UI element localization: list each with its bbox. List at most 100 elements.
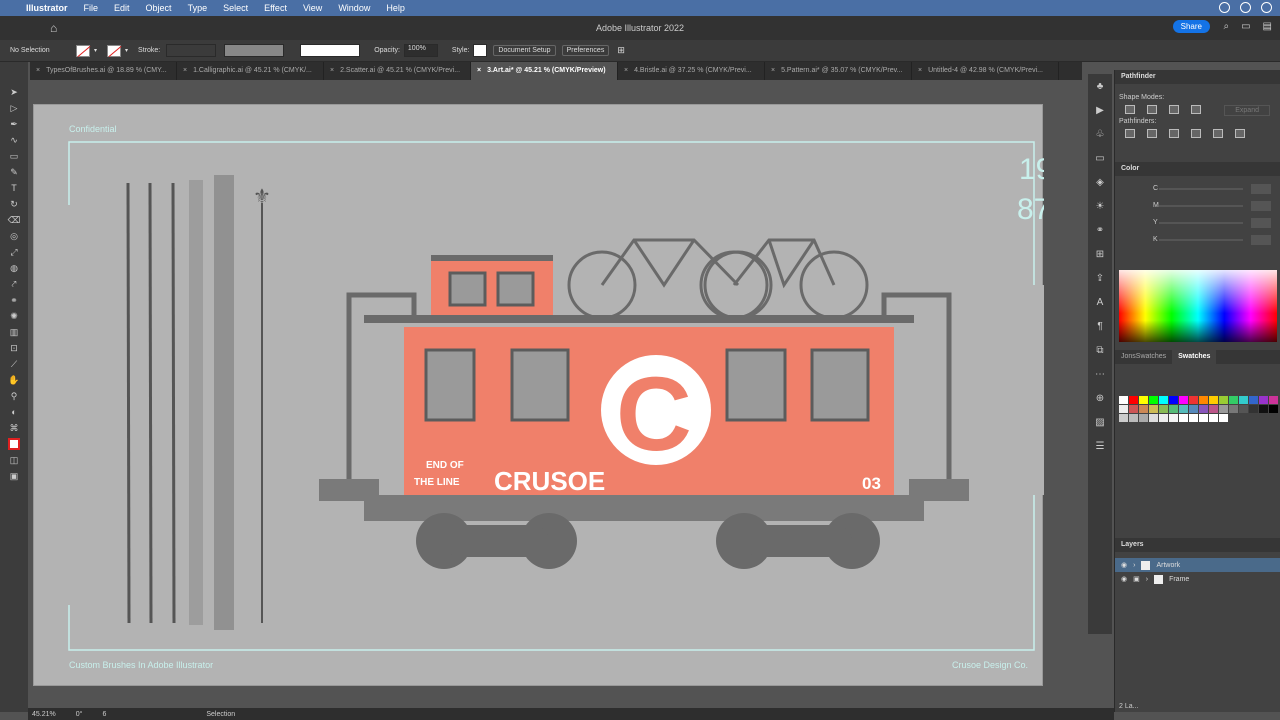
expand-button[interactable]: Expand xyxy=(1224,105,1270,116)
tab-typesofbrushes[interactable]: × TypesOfBrushes.ai @ 18.89 % (CMY... xyxy=(30,62,177,80)
menu-object[interactable]: Object xyxy=(146,3,172,13)
brush-definition-field[interactable] xyxy=(300,44,361,57)
image-icon[interactable]: ▨ xyxy=(1088,410,1112,434)
rotation-field[interactable]: 0° xyxy=(76,711,83,718)
preferences-button[interactable]: Preferences xyxy=(561,45,610,56)
sun-icon[interactable]: ☀ xyxy=(1088,194,1112,218)
selection-tool-icon[interactable]: ➤ xyxy=(0,84,28,100)
tray-icon[interactable] xyxy=(1219,2,1230,13)
close-icon[interactable]: × xyxy=(330,67,334,74)
cyan-field[interactable] xyxy=(1251,183,1271,194)
play-icon[interactable]: ▶ xyxy=(1088,98,1112,122)
magenta-slider[interactable] xyxy=(1159,204,1243,207)
pathfinder-panel-icon[interactable]: ♣ xyxy=(1088,74,1112,98)
zoom-field[interactable]: 45.21% xyxy=(32,711,56,718)
brush-stroke-calligraphic[interactable] xyxy=(171,182,176,624)
menu-type[interactable]: Type xyxy=(188,3,208,13)
tab-swatches[interactable]: Swatches xyxy=(1172,350,1217,364)
menu-app-name[interactable]: Illustrator xyxy=(26,3,68,13)
symbol-sprayer-tool-icon[interactable]: ✺ xyxy=(0,308,28,324)
close-icon[interactable]: × xyxy=(771,67,775,74)
artboards-icon[interactable]: ⧉ xyxy=(1088,338,1112,362)
tab-bristle[interactable]: × 4.Bristle.ai @ 37.25 % (CMYK/Previ... xyxy=(618,62,765,80)
layer-frame[interactable]: ◉ ▣ › Frame xyxy=(1115,572,1280,586)
color-spectrum[interactable] xyxy=(1119,270,1277,342)
style-swatch[interactable] xyxy=(473,44,488,57)
workspace-icon[interactable]: ▤ xyxy=(1263,21,1272,32)
chevron-down-icon[interactable]: ▾ xyxy=(94,47,97,54)
character-icon[interactable]: A xyxy=(1088,290,1112,314)
close-icon[interactable]: × xyxy=(183,67,187,74)
search-icon[interactable] xyxy=(1240,2,1251,13)
rectangle-tool-icon[interactable]: ▭ xyxy=(0,148,28,164)
screen-mode-icon[interactable]: ▣ xyxy=(0,468,28,484)
warp-tool-icon[interactable]: ◎ xyxy=(0,228,28,244)
brush-stroke-bristle[interactable] xyxy=(214,175,234,630)
menu-window[interactable]: Window xyxy=(338,3,370,13)
fill-stroke-swatch-icon[interactable] xyxy=(8,438,20,450)
chevron-right-icon[interactable]: › xyxy=(1133,562,1135,569)
tab-art[interactable]: × 3.Art.ai* @ 45.21 % (CMYK/Preview) xyxy=(471,62,618,80)
tab-jonsswatches[interactable]: JonsSwatches xyxy=(1115,350,1172,364)
close-icon[interactable]: × xyxy=(36,67,40,74)
chevron-down-icon[interactable]: ▾ xyxy=(125,47,128,54)
color-guide-icon[interactable]: ◈ xyxy=(1088,170,1112,194)
menu-effect[interactable]: Effect xyxy=(264,3,287,13)
mesh-tool-icon[interactable]: ⌘ xyxy=(0,420,28,436)
direct-selection-tool-icon[interactable]: ▷ xyxy=(0,100,28,116)
eraser-tool-icon[interactable]: ⌫ xyxy=(0,212,28,228)
control-center-icon[interactable] xyxy=(1261,2,1272,13)
minus-back-icon[interactable] xyxy=(1235,129,1245,138)
close-icon[interactable]: × xyxy=(624,67,628,74)
link-icon[interactable]: ⚭ xyxy=(1088,218,1112,242)
arrange-icon[interactable]: ▭ xyxy=(1241,21,1250,32)
eye-icon[interactable]: ◉ xyxy=(1121,561,1127,569)
tab-pattern[interactable]: × 5.Pattern.ai* @ 35.07 % (CMYK/Prev... xyxy=(765,62,912,80)
fill-stroke-widget[interactable] xyxy=(0,436,28,452)
brush-stroke-scatter[interactable] xyxy=(189,180,203,625)
magenta-field[interactable] xyxy=(1251,200,1271,211)
type-tool-icon[interactable]: T xyxy=(0,180,28,196)
align-icon[interactable]: ⊕ xyxy=(1088,386,1112,410)
eyedropper-tool-icon[interactable]: ⤤ xyxy=(0,276,28,292)
black-slider[interactable] xyxy=(1159,238,1243,241)
close-icon[interactable]: × xyxy=(918,67,922,74)
menu-view[interactable]: View xyxy=(303,3,322,13)
brush-stroke-calligraphic[interactable] xyxy=(148,182,153,624)
close-icon[interactable]: × xyxy=(477,67,481,74)
stroke-weight-field[interactable] xyxy=(166,44,217,57)
slice-tool-icon[interactable]: ⟋ xyxy=(0,356,28,372)
rotate-tool-icon[interactable]: ↻ xyxy=(0,196,28,212)
export-icon[interactable]: ⇪ xyxy=(1088,266,1112,290)
paragraph-icon[interactable]: ¶ xyxy=(1088,314,1112,338)
blend-tool-icon[interactable]: ⚭ xyxy=(0,292,28,308)
outline-icon[interactable] xyxy=(1213,129,1223,138)
hand-tool-icon[interactable]: ✋ xyxy=(0,372,28,388)
rear-truck[interactable] xyxy=(716,513,880,569)
chevron-right-icon[interactable]: › xyxy=(1146,576,1148,583)
club-icon[interactable]: ♧ xyxy=(1088,122,1112,146)
fill-swatch[interactable] xyxy=(76,44,90,57)
variable-width-field[interactable] xyxy=(224,44,285,57)
search-icon[interactable]: ⌕ xyxy=(1223,21,1229,32)
more-icon[interactable]: ⋯ xyxy=(1088,362,1112,386)
graph-tool-icon[interactable]: ▥ xyxy=(0,324,28,340)
divide-icon[interactable] xyxy=(1125,129,1135,138)
cyan-slider[interactable] xyxy=(1159,187,1243,190)
shape-builder-tool-icon[interactable]: ◍ xyxy=(0,260,28,276)
menu-file[interactable]: File xyxy=(84,3,99,13)
stroke-swatch[interactable] xyxy=(107,44,122,57)
pen-tool-icon[interactable]: ✒ xyxy=(0,116,28,132)
artboard[interactable]: Confidential 19 87 Custom Brushes In Ado… xyxy=(33,104,1044,686)
color-panel-icon[interactable]: ▭ xyxy=(1088,146,1112,170)
artboard-navigator[interactable]: 6 xyxy=(102,711,106,718)
lock-icon[interactable]: ▣ xyxy=(1133,575,1140,583)
yellow-slider[interactable] xyxy=(1159,221,1243,224)
draw-mode-icon[interactable]: ◫ xyxy=(0,452,28,468)
front-truck[interactable] xyxy=(416,513,577,569)
menu-edit[interactable]: Edit xyxy=(114,3,130,13)
eye-icon[interactable]: ◉ xyxy=(1121,575,1127,583)
yellow-field[interactable] xyxy=(1251,217,1271,228)
curvature-tool-icon[interactable]: ∿ xyxy=(0,132,28,148)
paintbrush-tool-icon[interactable]: ✎ xyxy=(0,164,28,180)
